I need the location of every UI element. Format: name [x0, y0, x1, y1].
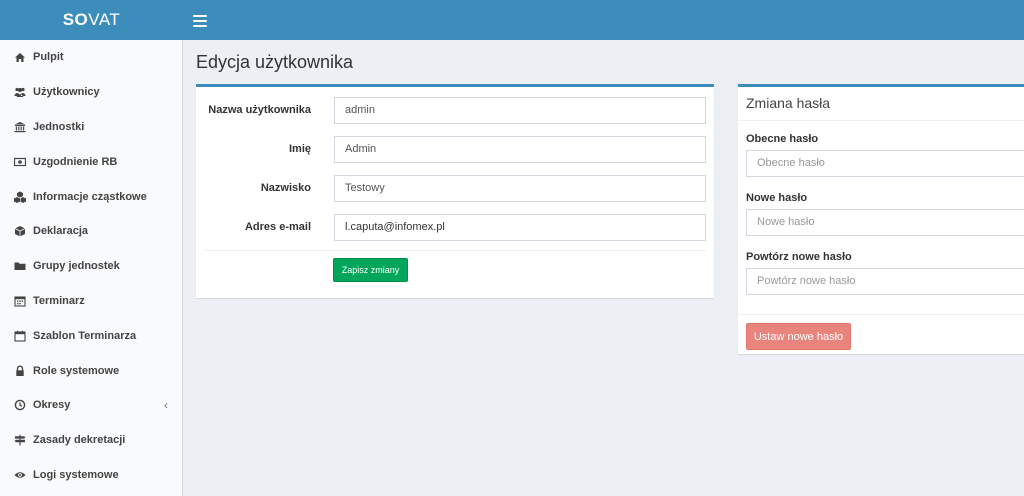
- box-header-divider: [738, 120, 1024, 121]
- sidebar-item-logi-systemowe[interactable]: Logi systemowe: [0, 458, 182, 493]
- sidebar: Pulpit Użytkownicy Jednostki Uzgodnienie…: [0, 40, 183, 496]
- password-box-title: Zmiana hasła: [746, 95, 831, 111]
- logo-bold: SO: [62, 10, 89, 29]
- lastname-input[interactable]: Testowy: [334, 175, 706, 202]
- sidebar-toggle-icon[interactable]: [193, 12, 207, 28]
- sidebar-item-uzgodnienie-rb[interactable]: Uzgodnienie RB: [0, 144, 182, 179]
- sidebar-item-pulpit[interactable]: Pulpit: [0, 40, 182, 75]
- email-row: Adres e-mail l.caputa@infomex.pl: [196, 214, 714, 242]
- email-input[interactable]: l.caputa@infomex.pl: [334, 214, 706, 241]
- form-divider: [204, 250, 706, 251]
- password-form-divider: [738, 314, 1024, 315]
- calendar-icon: [14, 295, 26, 307]
- firstname-row: Imię Admin: [196, 136, 714, 164]
- new-password-input[interactable]: Nowe hasło: [746, 209, 1024, 236]
- sidebar-item-role-systemowe[interactable]: Role systemowe: [0, 353, 182, 388]
- sidebar-item-label: Deklaracja: [33, 225, 89, 238]
- sidebar-item-uzytkownicy[interactable]: Użytkownicy: [0, 75, 182, 110]
- top-navbar: SO VAT: [0, 0, 1024, 40]
- clock-icon: [14, 399, 26, 411]
- current-password-input[interactable]: Obecne hasło: [746, 150, 1024, 177]
- sidebar-item-terminarz[interactable]: Terminarz: [0, 284, 182, 319]
- users-icon: [14, 86, 26, 98]
- sidebar-item-label: Użytkownicy: [33, 86, 100, 99]
- save-button[interactable]: Zapisz zmiany: [333, 258, 408, 282]
- sidebar-item-szablon-terminarza[interactable]: Szablon Terminarza: [0, 318, 182, 353]
- cube-icon: [14, 225, 26, 237]
- home-icon: [14, 51, 26, 63]
- main-content: Edycja użytkownika Nazwa użytkownika adm…: [184, 40, 1024, 496]
- money-icon: [14, 156, 26, 168]
- sidebar-item-label: Role systemowe: [33, 364, 120, 377]
- set-new-password-button[interactable]: Ustaw nowe hasło: [746, 323, 851, 350]
- sidebar-item-label: Okresy: [33, 399, 71, 412]
- username-row: Nazwa użytkownika admin: [196, 97, 714, 125]
- calendar-outline-icon: [14, 330, 26, 342]
- repeat-password-label: Powtórz nowe hasło: [746, 251, 852, 263]
- sidebar-item-informacje-czastkowe[interactable]: Informacje cząstkowe: [0, 179, 182, 214]
- email-label: Adres e-mail: [244, 221, 311, 233]
- lastname-label: Nazwisko: [260, 182, 311, 194]
- sidebar-item-label: Informacje cząstkowe: [33, 190, 147, 203]
- current-password-label: Obecne hasło: [746, 133, 819, 145]
- logo-rest: VAT: [88, 10, 121, 29]
- lock-icon: [14, 365, 26, 377]
- sidebar-item-label: Grupy jednostek: [33, 260, 120, 273]
- new-password-label: Nowe hasło: [746, 192, 808, 204]
- cubes-icon: [14, 191, 26, 203]
- chevron-left-icon[interactable]: ‹: [164, 398, 168, 412]
- sidebar-item-deklaracja[interactable]: Deklaracja: [0, 214, 182, 249]
- sidebar-item-grupy-jednostek[interactable]: Grupy jednostek: [0, 249, 182, 284]
- signpost-icon: [14, 434, 26, 446]
- sidebar-item-label: Terminarz: [33, 294, 85, 307]
- firstname-input[interactable]: Admin: [334, 136, 706, 163]
- user-edit-box: Nazwa użytkownika admin Imię Admin Nazwi…: [196, 84, 714, 298]
- sidebar-item-zasady-dekretacji[interactable]: Zasady dekretacji: [0, 423, 182, 458]
- password-change-box: Zmiana hasła Obecne hasło Obecne hasło N…: [738, 84, 1024, 354]
- sidebar-item-jednostki[interactable]: Jednostki: [0, 110, 182, 145]
- sidebar-item-okresy[interactable]: Okresy ‹: [0, 388, 182, 423]
- sidebar-item-label: Logi systemowe: [33, 468, 119, 481]
- sidebar-item-label: Uzgodnienie RB: [33, 155, 118, 168]
- institution-icon: [14, 121, 26, 133]
- sidebar-item-label: Jednostki: [33, 120, 85, 133]
- eye-icon: [14, 469, 26, 481]
- sidebar-item-label: Szablon Terminarza: [33, 329, 137, 342]
- firstname-label: Imię: [288, 143, 311, 155]
- sidebar-item-label: Pulpit: [33, 51, 64, 64]
- page-title: Edycja użytkownika: [196, 52, 354, 72]
- folder-icon: [14, 260, 26, 272]
- username-input[interactable]: admin: [334, 97, 706, 124]
- username-label: Nazwa użytkownika: [208, 104, 311, 116]
- app-logo[interactable]: SO VAT: [0, 0, 183, 40]
- sidebar-item-label: Zasady dekretacji: [33, 434, 126, 447]
- lastname-row: Nazwisko Testowy: [196, 175, 714, 203]
- repeat-password-input[interactable]: Powtórz nowe hasło: [746, 268, 1024, 295]
